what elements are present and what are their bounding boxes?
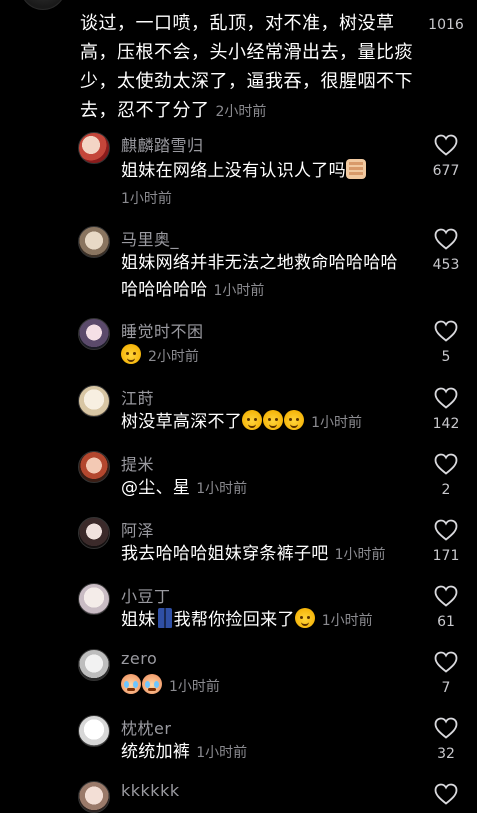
comment-content[interactable]: 统统加裤 1小时前 bbox=[121, 739, 411, 767]
like-area[interactable]: 142 bbox=[420, 387, 472, 432]
like-count: 1016 bbox=[428, 17, 464, 33]
comment-time: 1小时前 bbox=[334, 547, 386, 563]
like-count: 171 bbox=[432, 548, 460, 564]
avatar[interactable] bbox=[78, 583, 110, 615]
like-area[interactable] bbox=[420, 783, 472, 809]
avatar[interactable] bbox=[78, 318, 110, 350]
username[interactable]: 阿泽 bbox=[121, 517, 154, 541]
comment-content[interactable]: 2小时前 bbox=[121, 343, 411, 371]
username[interactable]: 麒麟踏雪归 bbox=[121, 132, 204, 156]
cry-icon bbox=[121, 674, 141, 694]
comment-time: 1小时前 bbox=[169, 679, 220, 695]
heart-icon[interactable] bbox=[434, 134, 458, 156]
username[interactable]: 江莳 bbox=[121, 385, 154, 409]
like-count: 142 bbox=[432, 416, 460, 432]
like-count: 2 bbox=[441, 482, 451, 498]
comment-text: 统统加裤 bbox=[121, 742, 191, 762]
comment-time: 1小时前 bbox=[121, 191, 172, 207]
like-area[interactable]: 2 bbox=[420, 453, 472, 498]
comment-time: 1小时前 bbox=[196, 481, 248, 497]
heart-icon[interactable] bbox=[434, 519, 458, 541]
heart-icon[interactable] bbox=[434, 783, 458, 805]
comment-text-before: 姐妹 bbox=[121, 610, 156, 630]
like-area[interactable]: 5 bbox=[420, 320, 472, 365]
username[interactable]: 枕枕er bbox=[121, 715, 171, 739]
grin-icon bbox=[294, 608, 315, 628]
avatar[interactable] bbox=[78, 517, 110, 549]
comment-time: 1小时前 bbox=[311, 415, 363, 431]
username[interactable]: 马里奥_ bbox=[121, 226, 179, 250]
heart-icon[interactable] bbox=[434, 717, 458, 739]
hand-icon bbox=[345, 159, 366, 179]
comment-time: 1小时前 bbox=[196, 745, 248, 761]
comment-time: 2小时前 bbox=[215, 104, 267, 120]
username[interactable]: kkkkkk bbox=[121, 781, 180, 800]
like-count: 61 bbox=[437, 614, 455, 630]
like-count: 5 bbox=[441, 349, 451, 365]
comment-content[interactable]: 我去哈哈哈姐妹穿条裤子吧 1小时前 bbox=[121, 541, 411, 569]
avatar[interactable] bbox=[78, 226, 110, 258]
top-comment: 谈过，一口喷，乱顶，对不准，树没草高，压根不会，头小经常滑出去，量比痰少，太使劲… bbox=[0, 0, 477, 121]
like-area[interactable]: 677 bbox=[420, 134, 472, 179]
comment-text: 我去哈哈哈姐妹穿条裤子吧 bbox=[121, 544, 329, 564]
heart-icon[interactable] bbox=[434, 651, 458, 673]
like-count: 453 bbox=[432, 257, 460, 273]
grin-icon bbox=[284, 410, 305, 430]
like-area[interactable]: 453 bbox=[420, 228, 472, 273]
comment-content[interactable]: @尘、星 1小时前 bbox=[121, 475, 411, 503]
like-area[interactable]: 7 bbox=[420, 651, 472, 696]
comment-text[interactable]: @尘、星 bbox=[121, 478, 190, 498]
username[interactable]: 睡觉时不困 bbox=[121, 318, 204, 342]
comment-content[interactable]: 1小时前 bbox=[121, 673, 411, 701]
avatar[interactable] bbox=[78, 451, 110, 483]
avatar[interactable] bbox=[78, 649, 110, 681]
comment-content[interactable]: 谈过，一口喷，乱顶，对不准，树没草高，压根不会，头小经常滑出去，量比痰少，太使劲… bbox=[80, 9, 425, 127]
comment-time: 1小时前 bbox=[321, 613, 373, 629]
heart-icon[interactable] bbox=[434, 387, 458, 409]
heart-icon[interactable] bbox=[434, 228, 458, 250]
comment-time: 2小时前 bbox=[148, 349, 199, 365]
avatar[interactable] bbox=[78, 781, 110, 813]
heart-icon[interactable] bbox=[434, 453, 458, 475]
heart-icon[interactable] bbox=[434, 585, 458, 607]
username[interactable]: 提米 bbox=[121, 451, 154, 475]
comment-text: 我帮你捡回来了 bbox=[173, 610, 295, 630]
like-count: 32 bbox=[437, 746, 455, 762]
like-count: 677 bbox=[432, 163, 460, 179]
avatar[interactable] bbox=[78, 385, 110, 417]
comment-content[interactable]: 姐妹在网络上没有认识人了吗 1小时前 bbox=[121, 158, 411, 213]
username[interactable]: 小豆丁 bbox=[121, 583, 171, 607]
comment-text: 姐妹在网络上没有认识人了吗 bbox=[121, 161, 346, 181]
avatar[interactable] bbox=[20, 0, 66, 10]
cry-icon bbox=[142, 674, 162, 694]
avatar[interactable] bbox=[78, 715, 110, 747]
comment-content[interactable]: 姐妹 我帮你捡回来了 1小时前 bbox=[121, 607, 411, 635]
like-area[interactable]: 1016 bbox=[420, 14, 472, 33]
heart-icon[interactable] bbox=[434, 320, 458, 342]
jeans-icon bbox=[157, 608, 172, 628]
comment-text: 树没草高深不了 bbox=[121, 412, 243, 432]
grin-icon bbox=[121, 344, 141, 364]
like-count: 7 bbox=[441, 680, 451, 696]
grin-icon bbox=[242, 410, 263, 430]
comment-content[interactable]: 树没草高深不了 1小时前 bbox=[121, 409, 411, 437]
like-area[interactable]: 32 bbox=[420, 717, 472, 762]
comment-content[interactable]: 姐妹网络并非无法之地救命哈哈哈哈哈哈哈哈哈 1小时前 bbox=[121, 250, 411, 305]
grin-icon bbox=[263, 410, 284, 430]
comment-time: 1小时前 bbox=[213, 283, 265, 299]
like-area[interactable]: 171 bbox=[420, 519, 472, 564]
like-area[interactable]: 61 bbox=[420, 585, 472, 630]
avatar[interactable] bbox=[78, 132, 110, 164]
username[interactable]: zero bbox=[121, 649, 157, 668]
